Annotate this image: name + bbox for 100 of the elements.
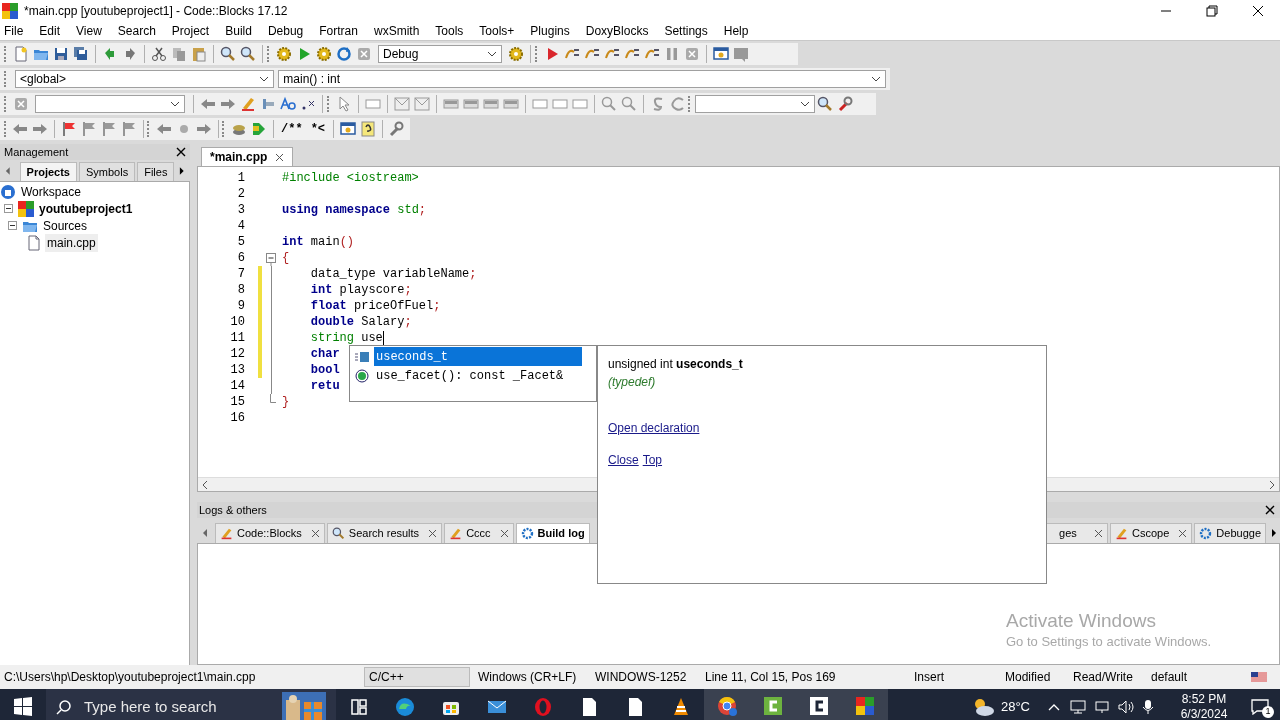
save-all-icon[interactable] bbox=[73, 46, 89, 62]
menu-item[interactable]: Fortran bbox=[319, 22, 358, 40]
wrench-icon[interactable] bbox=[387, 121, 404, 137]
scroll-right-icon[interactable] bbox=[1269, 480, 1275, 489]
panel-tab[interactable]: Symbols bbox=[79, 162, 136, 181]
scroll-left-icon[interactable] bbox=[201, 528, 209, 538]
chrome-icon[interactable] bbox=[704, 689, 750, 720]
scroll-left-icon[interactable] bbox=[202, 480, 208, 489]
log-tab[interactable]: Code::Blocks bbox=[215, 523, 325, 543]
close-icon[interactable] bbox=[1265, 505, 1275, 515]
flag-icon[interactable] bbox=[80, 121, 97, 137]
collapse-icon[interactable] bbox=[4, 204, 13, 213]
menu-item[interactable]: Search bbox=[117, 22, 156, 40]
close-icon[interactable] bbox=[428, 529, 438, 538]
monitor-icon[interactable] bbox=[1094, 699, 1110, 715]
app-icon[interactable] bbox=[842, 689, 888, 720]
tree-item[interactable]: main.cpp bbox=[45, 233, 98, 252]
editor-tab[interactable]: *main.cpp bbox=[201, 147, 294, 166]
save-icon[interactable] bbox=[53, 46, 69, 62]
menu-item[interactable]: wxSmith bbox=[373, 22, 420, 40]
stop-icon[interactable] bbox=[684, 46, 700, 62]
menu-item[interactable]: Plugins bbox=[530, 22, 570, 40]
image-icon[interactable] bbox=[394, 96, 410, 112]
menu-item[interactable]: Debug bbox=[267, 22, 304, 40]
new-file-icon[interactable] bbox=[13, 46, 29, 62]
zoom-out-icon[interactable] bbox=[621, 96, 637, 112]
menu-item[interactable]: Settings bbox=[664, 22, 708, 40]
back-icon[interactable] bbox=[200, 96, 216, 112]
volume-icon[interactable] bbox=[1118, 699, 1134, 715]
forward-icon[interactable] bbox=[32, 121, 49, 137]
log-tab[interactable]: Cscope bbox=[1110, 523, 1193, 543]
refresh-icon[interactable] bbox=[336, 46, 352, 62]
scroll-right-icon[interactable] bbox=[178, 166, 186, 176]
back-icon[interactable] bbox=[12, 121, 29, 137]
chevron-up-icon[interactable] bbox=[1048, 703, 1060, 711]
menu-item[interactable]: DoxyBlocks bbox=[585, 22, 649, 40]
search-icon[interactable] bbox=[220, 46, 236, 62]
popup-link[interactable]: Close bbox=[608, 451, 639, 469]
c-icon[interactable] bbox=[670, 96, 686, 112]
network-icon[interactable] bbox=[1070, 699, 1086, 715]
close-icon[interactable] bbox=[310, 529, 320, 538]
tree-item[interactable]: Workspace bbox=[19, 182, 83, 201]
suggestion-item[interactable]: use_facet(): const _Facet& bbox=[374, 366, 566, 385]
microphone-icon[interactable] bbox=[1142, 699, 1154, 715]
log-tab[interactable]: ges bbox=[1044, 523, 1109, 543]
menu-item[interactable]: Tools+ bbox=[479, 22, 515, 40]
flag-icon[interactable] bbox=[100, 121, 117, 137]
open-declaration-link[interactable]: Open declaration bbox=[608, 421, 700, 435]
comment-line-button[interactable]: *< bbox=[306, 120, 330, 138]
highlight-icon[interactable] bbox=[240, 96, 256, 112]
log-tab[interactable]: Debugge bbox=[1194, 523, 1266, 543]
dropdown[interactable]: main() : int bbox=[278, 70, 886, 88]
panel-tab[interactable]: Projects bbox=[19, 162, 77, 181]
image-icon[interactable] bbox=[414, 96, 430, 112]
close-icon[interactable] bbox=[1178, 529, 1188, 538]
close-icon[interactable] bbox=[1094, 529, 1104, 538]
fold-icon[interactable] bbox=[266, 250, 276, 266]
log-tab[interactable]: Search results bbox=[326, 523, 443, 543]
close-icon[interactable] bbox=[176, 147, 186, 157]
forward-icon[interactable] bbox=[195, 121, 212, 137]
clock[interactable]: 8:52 PM 6/3/2024 bbox=[1168, 692, 1240, 720]
collapse-icon[interactable] bbox=[8, 221, 17, 230]
clear-icon[interactable] bbox=[13, 96, 29, 112]
notification-button[interactable]: 1 bbox=[1240, 689, 1280, 720]
log-tab[interactable]: Cccc bbox=[444, 523, 514, 543]
window-icon[interactable] bbox=[713, 46, 729, 62]
arrow-icon[interactable] bbox=[250, 121, 267, 137]
menu-item[interactable]: Help bbox=[723, 22, 749, 40]
search-icon[interactable] bbox=[817, 96, 833, 112]
forward-icon[interactable] bbox=[220, 96, 236, 112]
scroll-left-icon[interactable] bbox=[4, 166, 12, 176]
wrench-icon[interactable] bbox=[837, 96, 853, 112]
suggestion-item[interactable]: useconds_t bbox=[374, 347, 582, 366]
menu-item[interactable]: Edit bbox=[39, 22, 61, 40]
close-icon[interactable] bbox=[1252, 5, 1264, 17]
back-icon[interactable] bbox=[155, 121, 172, 137]
log-tab[interactable]: Build log bbox=[515, 523, 590, 543]
panel-tab[interactable]: Files bbox=[137, 162, 175, 181]
flag-icon[interactable] bbox=[120, 121, 137, 137]
help-icon[interactable] bbox=[359, 121, 376, 137]
gear-icon[interactable] bbox=[276, 46, 292, 62]
zoom-in-icon[interactable] bbox=[601, 96, 617, 112]
menu-item[interactable]: Build bbox=[225, 22, 252, 40]
popup-link[interactable]: Top bbox=[642, 451, 663, 469]
pointer-icon[interactable] bbox=[336, 96, 352, 112]
close-icon[interactable] bbox=[275, 152, 285, 162]
gear-play-icon[interactable] bbox=[316, 46, 332, 62]
menu-item[interactable]: Project bbox=[171, 22, 210, 40]
comment-block-button[interactable]: /** bbox=[277, 120, 307, 138]
close-icon[interactable] bbox=[499, 529, 509, 538]
paste-icon[interactable] bbox=[191, 46, 207, 62]
menu-item[interactable]: Tools bbox=[435, 22, 464, 40]
tree-item[interactable]: Sources bbox=[41, 216, 90, 235]
match-case-icon[interactable] bbox=[280, 96, 296, 112]
bar-icon[interactable] bbox=[483, 96, 499, 112]
window-icon[interactable] bbox=[339, 121, 356, 137]
tree-item[interactable]: youtubeproject1 bbox=[37, 199, 135, 218]
temperature[interactable]: 28°C bbox=[1000, 697, 1030, 717]
menu-item[interactable]: View bbox=[76, 22, 102, 40]
cut-icon[interactable] bbox=[151, 46, 167, 62]
